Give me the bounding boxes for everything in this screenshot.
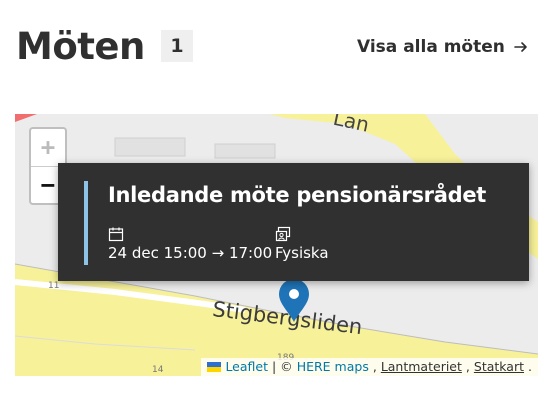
attribution-period: . — [528, 359, 532, 374]
meeting-title[interactable]: Inledande möte pensionärsrådet — [108, 183, 486, 207]
attribution-comma-1: , — [372, 359, 377, 374]
meeting-popup[interactable]: Inledande möte pensionärsrådet 24 dec 15… — [58, 163, 529, 281]
meetings-header: Möten 1 Visa alla möten — [0, 0, 554, 100]
arrow-right-icon — [514, 42, 527, 52]
popup-accent-bar — [84, 181, 88, 265]
leaflet-link[interactable]: Leaflet — [225, 359, 268, 374]
meeting-map[interactable]: Lan Stigbergsliden 11 14 189 + − Inledan… — [15, 114, 538, 376]
attribution-comma-2: , — [465, 359, 470, 374]
calendar-icon — [108, 227, 124, 242]
here-maps-link[interactable]: HERE maps — [297, 359, 369, 374]
statkart-link[interactable]: Statkart — [474, 359, 524, 374]
meeting-time-text: 24 dec 15:00 → 17:00 — [108, 244, 273, 262]
attribution-separator: | © — [272, 359, 293, 374]
view-all-meetings-link[interactable]: Visa alla möten — [357, 35, 529, 59]
meeting-type: Fysiska — [275, 226, 329, 262]
page-title: Möten — [16, 25, 145, 68]
ukraine-flag-icon — [207, 361, 222, 372]
view-all-label: Visa alla möten — [357, 37, 505, 57]
meeting-type-icon — [275, 226, 291, 242]
map-attribution: Leaflet | © HERE maps, Lantmateriet, Sta… — [201, 358, 538, 376]
map-marker-icon[interactable] — [276, 278, 312, 324]
meeting-type-text: Fysiska — [275, 244, 329, 262]
house-number-11: 11 — [48, 281, 59, 291]
lantmateriet-link[interactable]: Lantmateriet — [381, 359, 462, 374]
zoom-in-button[interactable]: + — [31, 129, 65, 166]
meeting-count-badge: 1 — [161, 30, 193, 62]
meeting-time: 24 dec 15:00 → 17:00 — [108, 226, 272, 262]
house-number-14: 14 — [152, 365, 164, 375]
